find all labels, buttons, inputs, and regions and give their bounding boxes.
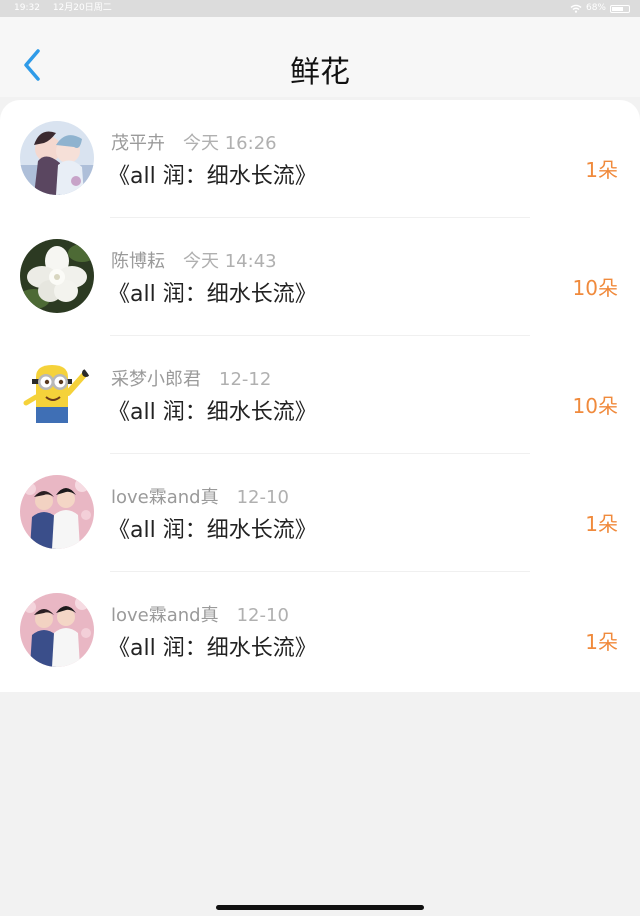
sender-name: love霖and真 (111, 605, 219, 626)
couple-photo-avatar[interactable] (20, 475, 94, 549)
gift-meta: 茂平卉 今天 16:26 (111, 129, 277, 155)
flower-count: 1朵 (585, 630, 618, 654)
home-indicator[interactable] (216, 905, 424, 910)
battery-icon (610, 4, 630, 13)
status-date: 12月20日周二 (52, 3, 112, 13)
flower-count: 10朵 (572, 276, 618, 300)
book-title[interactable]: 《all 润：细水长流》 (108, 158, 317, 190)
gift-list: 茂平卉 今天 16:26 《all 润：细水长流》 1朵 陈博耘 今天 14:43 … (0, 100, 640, 692)
sender-name: 采梦小郎君 (111, 369, 201, 390)
list-item[interactable]: 陈博耘 今天 14:43 《all 润：细水长流》 10朵 (0, 218, 640, 336)
list-item[interactable]: love霖and真 12-10 《all 润：细水长流》 1朵 (0, 572, 640, 690)
gift-meta: 陈博耘 今天 14:43 (111, 247, 277, 273)
book-title[interactable]: 《all 润：细水长流》 (108, 630, 317, 662)
gift-time: 12-10 (236, 487, 289, 508)
sender-name: 陈博耘 (111, 251, 165, 272)
sender-name: love霖and真 (111, 487, 219, 508)
status-bar: 19:32 12月20日周二 68% (0, 0, 640, 17)
list-item[interactable]: 采梦小郎君 12-12 《all 润：细水长流》 10朵 (0, 336, 640, 454)
book-title[interactable]: 《all 润：细水长流》 (108, 276, 317, 308)
sender-name: 茂平卉 (111, 133, 165, 154)
status-left: 19:32 12月20日周二 (14, 0, 122, 17)
gift-meta: 采梦小郎君 12-12 (111, 365, 271, 391)
white-flower-avatar[interactable] (20, 239, 94, 313)
battery-percent: 68% (585, 3, 606, 13)
book-title[interactable]: 《all 润：细水长流》 (108, 512, 317, 544)
gift-time: 12-12 (219, 369, 272, 390)
status-right: 68% (566, 0, 630, 17)
flower-count: 1朵 (585, 512, 618, 536)
flower-count: 10朵 (572, 394, 618, 418)
gift-time: 今天 14:43 (183, 251, 277, 272)
gift-meta: love霖and真 12-10 (111, 483, 289, 509)
list-item[interactable]: love霖and真 12-10 《all 润：细水长流》 1朵 (0, 454, 640, 572)
flower-count: 1朵 (585, 158, 618, 182)
list-item[interactable]: 茂平卉 今天 16:26 《all 润：细水长流》 1朵 (0, 100, 640, 218)
book-title[interactable]: 《all 润：细水长流》 (108, 394, 317, 426)
minion-avatar[interactable] (20, 357, 94, 431)
gift-time: 12-10 (236, 605, 289, 626)
status-time: 19:32 (14, 3, 40, 13)
page-title: 鲜花 (290, 55, 350, 90)
wifi-icon (570, 4, 582, 13)
anime-couple-avatar[interactable] (20, 121, 94, 195)
nav-bar: 鲜花 (0, 17, 640, 97)
gift-time: 今天 16:26 (183, 133, 277, 154)
couple-photo-avatar[interactable] (20, 593, 94, 667)
battery-fill (612, 6, 623, 11)
gift-meta: love霖and真 12-10 (111, 601, 289, 627)
